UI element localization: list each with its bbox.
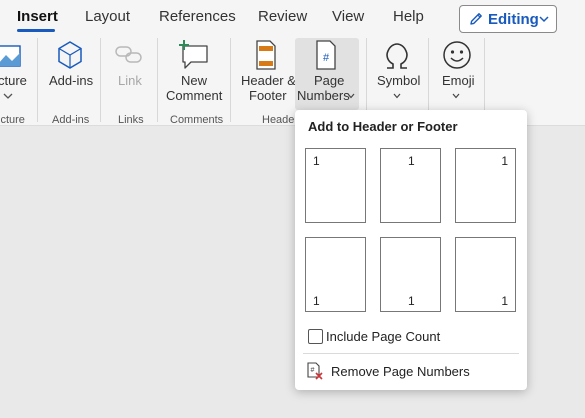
include-page-count-checkbox[interactable] <box>308 329 323 344</box>
page-number-preview: 1 <box>501 154 508 168</box>
header-footer-label-line2[interactable]: Footer <box>249 88 287 103</box>
page-number-preview: 1 <box>408 154 415 168</box>
page-number-top-left-option[interactable]: 1 <box>305 148 366 223</box>
svg-text:#: # <box>311 367 315 374</box>
page-number-preview: 1 <box>408 294 415 308</box>
page-number-preview: 1 <box>313 154 320 168</box>
chevron-down-icon <box>393 93 401 99</box>
new-comment-label-line1[interactable]: New <box>181 73 207 88</box>
add-ins-icon[interactable] <box>55 40 85 70</box>
new-comment-label-line2[interactable]: Comment <box>166 88 222 103</box>
editing-mode-button[interactable]: Editing <box>459 5 557 33</box>
link-icon <box>115 46 142 63</box>
tab-view[interactable]: View <box>332 8 364 25</box>
group-label-picture: icture <box>0 114 25 126</box>
tab-references[interactable]: References <box>159 8 236 25</box>
picture-button-label[interactable]: cture <box>0 73 27 88</box>
page-number-icon: # <box>316 40 336 70</box>
page-number-top-center-option[interactable]: 1 <box>380 148 441 223</box>
chevron-down-icon <box>539 16 549 23</box>
group-label-header: Header <box>262 114 299 126</box>
picture-icon <box>0 45 21 67</box>
group-divider <box>100 38 101 122</box>
link-button-label[interactable]: Link <box>118 73 142 88</box>
editing-mode-label: Editing <box>488 11 539 28</box>
remove-page-numbers-menu-item[interactable]: Remove Page Numbers <box>331 364 470 379</box>
chevron-down-icon <box>3 93 13 99</box>
active-tab-indicator <box>17 29 55 32</box>
group-divider <box>230 38 231 122</box>
tab-layout[interactable]: Layout <box>85 8 130 25</box>
group-divider <box>157 38 158 122</box>
page-number-bottom-center-option[interactable]: 1 <box>380 237 441 312</box>
page-number-preview: 1 <box>501 294 508 308</box>
dropdown-title: Add to Header or Footer <box>308 119 458 134</box>
chevron-down-icon <box>347 93 355 99</box>
symbol-button-label[interactable]: Symbol <box>377 73 420 88</box>
page-number-top-right-option[interactable]: 1 <box>455 148 516 223</box>
header-footer-icon[interactable] <box>255 40 277 70</box>
page-numbers-label-line2[interactable]: Numbers <box>297 88 350 103</box>
group-label-links: Links <box>118 114 144 126</box>
tab-review[interactable]: Review <box>258 8 307 25</box>
group-divider <box>37 38 38 122</box>
emoji-button-label[interactable]: Emoji <box>442 73 475 88</box>
group-label-comments: Comments <box>170 114 224 126</box>
omega-symbol-icon[interactable] <box>384 42 410 70</box>
remove-page-numbers-icon: # <box>307 362 323 380</box>
page-number-bottom-right-option[interactable]: 1 <box>455 237 516 312</box>
header-footer-label-line1[interactable]: Header & <box>241 73 296 88</box>
page-number-preview: 1 <box>313 294 320 308</box>
include-page-count-label[interactable]: Include Page Count <box>326 329 440 344</box>
emoji-smiley-icon[interactable] <box>442 40 472 70</box>
menu-divider <box>303 353 519 354</box>
new-comment-icon[interactable] <box>177 40 209 70</box>
svg-text:#: # <box>323 52 330 64</box>
page-numbers-dropdown: Add to Header or Footer 1 1 1 1 1 1 Incl… <box>295 110 527 390</box>
add-ins-button-label[interactable]: Add-ins <box>49 73 93 88</box>
ribbon-tab-bar: Insert Layout References Review View Hel… <box>0 0 585 34</box>
tab-help[interactable]: Help <box>393 8 424 25</box>
page-numbers-label-line1[interactable]: Page <box>314 73 344 88</box>
tab-insert[interactable]: Insert <box>17 8 58 25</box>
chevron-down-icon <box>452 93 460 99</box>
pencil-icon <box>470 13 482 25</box>
group-label-add-ins: Add-ins <box>52 114 90 126</box>
page-number-bottom-left-option[interactable]: 1 <box>305 237 366 312</box>
